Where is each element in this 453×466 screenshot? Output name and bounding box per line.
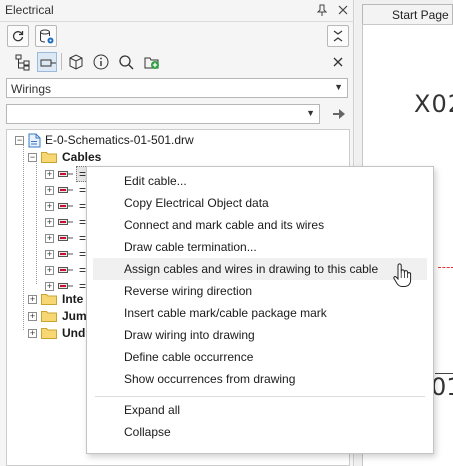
- menu-item-connect-and-mark-cable[interactable]: Connect and mark cable and its wires: [93, 214, 427, 236]
- menu-item-collapse[interactable]: Collapse: [93, 421, 427, 443]
- expand-toggle[interactable]: +: [45, 282, 54, 291]
- menu-separator: [95, 396, 425, 397]
- tab-label: Start Page: [392, 8, 449, 22]
- database-settings-button[interactable]: [35, 25, 57, 47]
- search-button[interactable]: [116, 52, 136, 72]
- menu-item-insert-cable-mark[interactable]: Insert cable mark/cable package mark: [93, 302, 427, 324]
- menu-item-draw-cable-termination[interactable]: Draw cable termination...: [93, 236, 427, 258]
- menu-item-expand-all[interactable]: Expand all: [93, 399, 427, 421]
- drawing-file-icon: [28, 133, 41, 148]
- cable-icon: [58, 235, 73, 241]
- cable-icon: [58, 203, 73, 209]
- tree-node-label: =: [79, 183, 87, 197]
- menu-item-define-cable-occurrence[interactable]: Define cable occurrence: [93, 346, 427, 368]
- toolbar-row-1: [0, 24, 354, 50]
- add-folder-button[interactable]: [142, 52, 162, 72]
- chevron-down-icon: ▼: [334, 82, 343, 92]
- menu-item-reverse-wiring-direction[interactable]: Reverse wiring direction: [93, 280, 427, 302]
- cable-icon: [58, 219, 73, 225]
- search-icon: [119, 55, 134, 70]
- tree-node-label: =: [79, 263, 87, 277]
- refresh-button[interactable]: [7, 25, 29, 47]
- tree-node-label: Jum: [62, 309, 87, 323]
- expand-toggle[interactable]: +: [28, 312, 37, 321]
- hand-cursor-icon: [393, 263, 412, 287]
- tree-node-label: =: [79, 215, 87, 229]
- panel-titlebar: Electrical: [0, 0, 354, 22]
- apply-filter-button[interactable]: [328, 104, 348, 124]
- cable-icon: [58, 283, 73, 289]
- menu-item-show-occurrences-from-drawing[interactable]: Show occurrences from drawing: [93, 368, 427, 390]
- tree-node-label: Inte: [62, 292, 84, 306]
- chevron-down-icon: ▼: [306, 108, 315, 118]
- layers-icon: [69, 54, 83, 70]
- expand-toggle[interactable]: +: [45, 170, 54, 179]
- tree-node-label: Und: [62, 326, 86, 340]
- expand-toggle[interactable]: +: [28, 295, 37, 304]
- close-icon[interactable]: [336, 3, 350, 17]
- layers-button[interactable]: [66, 52, 86, 72]
- menu-item-copy-electrical-object-data[interactable]: Copy Electrical Object data: [93, 192, 427, 214]
- chevrons-icon: [333, 30, 343, 42]
- expand-toggle[interactable]: +: [45, 234, 54, 243]
- add-folder-icon: [144, 57, 159, 69]
- cable-icon: [58, 171, 73, 177]
- folder-icon: [41, 311, 57, 322]
- cable-view-button[interactable]: [37, 52, 57, 72]
- tree-node-und[interactable]: + Und: [7, 325, 87, 341]
- collapse-toolbar-button[interactable]: [327, 25, 349, 47]
- panel-title: Electrical: [5, 3, 54, 17]
- menu-item-draw-wiring-into-drawing[interactable]: Draw wiring into drawing: [93, 324, 427, 346]
- collapse-toggle[interactable]: −: [15, 136, 24, 145]
- hierarchy-view-button[interactable]: [13, 52, 33, 72]
- tree-node-label: =: [79, 247, 87, 261]
- expand-toggle[interactable]: +: [45, 218, 54, 227]
- close-icon: [333, 57, 343, 67]
- arrow-right-icon: [333, 109, 345, 119]
- menu-item-assign-cables-and-wires[interactable]: Assign cables and wires in drawing to th…: [93, 258, 427, 280]
- toolbar-row-2: [0, 50, 354, 74]
- filter-combobox[interactable]: ▼: [6, 104, 320, 124]
- tree-node-cables[interactable]: − Cables: [7, 149, 307, 165]
- drawing-text-x02: X02: [414, 90, 453, 118]
- tree-node-root[interactable]: − E-0-Schematics-01-501.drw: [7, 132, 307, 148]
- folder-icon: [41, 328, 57, 339]
- folder-icon: [41, 294, 57, 305]
- expand-toggle[interactable]: +: [45, 186, 54, 195]
- tree-node-label: =: [79, 231, 87, 245]
- tree-node-jum[interactable]: + Jum: [7, 308, 87, 324]
- cable-icon: [58, 187, 73, 193]
- folder-open-icon: [41, 152, 57, 163]
- tree-node-label: Cables: [62, 150, 102, 164]
- database-gear-icon: [40, 29, 54, 44]
- collapse-toggle[interactable]: −: [28, 153, 37, 162]
- expand-toggle[interactable]: +: [45, 250, 54, 259]
- tree-node-inte[interactable]: + Inte: [7, 291, 87, 307]
- drawing-dashed-line: [438, 267, 453, 268]
- tree-node-label: =: [79, 199, 87, 213]
- close-toolbar-button[interactable]: [328, 52, 348, 72]
- tree-node-label: E-0-Schematics-01-501.drw: [45, 133, 194, 147]
- cable-view-icon: [40, 59, 56, 67]
- tree-node-label: =: [79, 167, 87, 181]
- tab-start-page[interactable]: Start Page: [362, 4, 453, 24]
- expand-toggle[interactable]: +: [45, 202, 54, 211]
- expand-toggle[interactable]: +: [45, 266, 54, 275]
- cable-icon: [58, 267, 73, 273]
- refresh-icon: [12, 31, 24, 42]
- cable-icon: [58, 251, 73, 257]
- wirings-dropdown[interactable]: Wirings ▼: [6, 78, 348, 98]
- toolbar-separator: [61, 53, 62, 70]
- context-menu: Edit cable... Copy Electrical Object data…: [86, 166, 434, 454]
- wirings-dropdown-value: Wirings: [11, 82, 52, 96]
- info-button[interactable]: [91, 52, 111, 72]
- hierarchy-icon: [15, 54, 30, 71]
- pin-icon[interactable]: [315, 3, 329, 17]
- info-icon: [93, 54, 109, 70]
- menu-item-edit-cable[interactable]: Edit cable...: [93, 170, 427, 192]
- drawing-text-01: 01: [431, 373, 453, 401]
- expand-toggle[interactable]: +: [28, 329, 37, 338]
